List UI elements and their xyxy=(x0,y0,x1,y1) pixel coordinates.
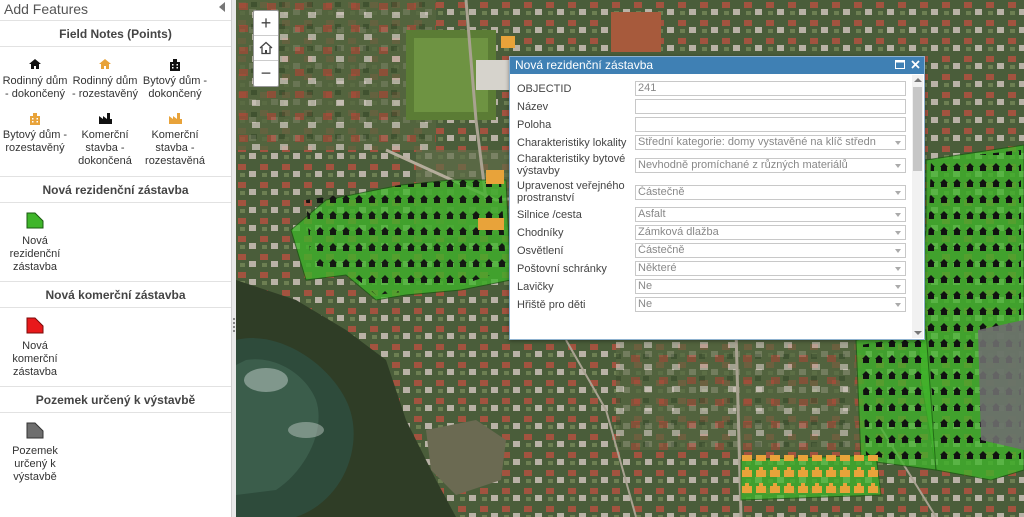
template-label: Nová rezidenční zástavba xyxy=(9,235,61,273)
panel-title: Add Features xyxy=(4,1,89,17)
template-komercni-stavba-dokoncena[interactable]: Komerční stavba - dokončená xyxy=(70,105,140,172)
section-title-field-notes: Field Notes (Points) xyxy=(0,20,231,47)
form-row-poloha: Poloha xyxy=(517,117,906,132)
feature-popup: Nová rezidenční zástavba OBJECTID 241 Ná… xyxy=(509,56,925,340)
scroll-up-icon[interactable] xyxy=(914,78,922,82)
charakteristiky-lokality-select[interactable]: Střední kategorie: domy vystavěné na klí… xyxy=(635,135,906,150)
attribute-form: OBJECTID 241 Název Poloha Charakteristik… xyxy=(510,74,911,339)
popup-scrollbar[interactable] xyxy=(912,75,923,338)
form-row-hriste-pro-deti: Hřiště pro děti Ne xyxy=(517,297,906,312)
field-label: Lavičky xyxy=(517,280,554,293)
zoom-out-button[interactable]: − xyxy=(254,61,278,86)
silnice-cesta-select[interactable]: Asfalt xyxy=(635,207,906,222)
field-label: Poštovní schránky xyxy=(517,262,607,275)
template-komercni-stavba-rozestavena[interactable]: Komerční stavba - rozestavěná xyxy=(140,105,210,172)
lavicky-select[interactable]: Ne xyxy=(635,279,906,294)
template-grid-field-notes: Rodinný dům - dokončený Rodinný dům - ro… xyxy=(0,47,231,176)
field-label: Charakteristiky bytové výstavby xyxy=(517,153,626,177)
form-row-nazev: Název xyxy=(517,99,906,114)
section-title-pozemek-urceny-k-vystavbe: Pozemek určený k výstavbě xyxy=(0,386,231,413)
splitter-grip-icon[interactable] xyxy=(233,318,235,332)
poloha-field[interactable] xyxy=(635,117,906,132)
section-title-nova-komercni-zastavba: Nová komerční zástavba xyxy=(0,281,231,308)
collapse-panel-icon[interactable] xyxy=(219,2,225,12)
template-label: Pozemek určený k výstavbě xyxy=(12,445,58,483)
template-label: Nová komerční zástavba xyxy=(12,340,58,378)
form-row-objectid: OBJECTID 241 xyxy=(517,81,906,96)
template-nova-komercni-zastavba[interactable]: Nová komerční zástavba xyxy=(0,308,70,386)
add-features-panel: Add Features Field Notes (Points) Rodinn… xyxy=(0,0,232,517)
template-rodinny-dum-rozestaveny[interactable]: Rodinný dům - rozestavěný xyxy=(70,51,140,105)
polygon-icon xyxy=(0,208,70,232)
home-button[interactable] xyxy=(254,36,278,61)
template-rodinny-dum-dokonceny[interactable]: Rodinný dům - dokončený xyxy=(0,51,70,105)
template-label: Komerční stavba - rozestavěná xyxy=(145,129,205,167)
template-pozemek-urceny-k-vystavbe[interactable]: Pozemek určený k výstavbě xyxy=(0,413,70,491)
form-row-chodniky: Chodníky Zámková dlažba xyxy=(517,225,906,240)
maximize-icon[interactable] xyxy=(894,58,905,70)
template-label: Komerční stavba - dokončená xyxy=(78,129,132,167)
nazev-field[interactable] xyxy=(635,99,906,114)
apartment-building-icon xyxy=(0,109,70,127)
factory-icon xyxy=(140,109,210,127)
field-label: Silnice /cesta xyxy=(517,208,582,221)
charakteristiky-bytove-vystavby-select[interactable]: Nevhodně promíchané z různých materiálů xyxy=(635,157,906,173)
field-label: OBJECTID xyxy=(517,82,572,95)
template-label: Bytový dům - dokončený xyxy=(142,75,208,100)
field-label: Název xyxy=(517,100,549,113)
scroll-down-icon[interactable] xyxy=(914,331,922,335)
objectid-field[interactable]: 241 xyxy=(635,81,906,96)
house-icon xyxy=(70,55,140,73)
form-row-osvetleni: Osvětlení Částečně xyxy=(517,243,906,258)
house-icon xyxy=(0,55,70,73)
scroll-thumb[interactable] xyxy=(913,87,922,171)
form-row-charakteristiky-bytove-vystavby: Charakteristiky bytové výstavby Nevhodně… xyxy=(517,153,906,177)
template-nova-rezidencni-zastavba[interactable]: Nová rezidenční zástavba xyxy=(0,203,70,281)
template-label: Rodinný dům - rozestavěný xyxy=(71,75,139,100)
template-bytovy-dum-rozestaveny[interactable]: Bytový dům - rozestavěný xyxy=(0,105,70,172)
section-title-nova-rezidencni-zastavba: Nová rezidenční zástavba xyxy=(0,176,231,203)
upravenost-verejneho-prostranstvi-select[interactable]: Částečně xyxy=(635,184,906,200)
popup-title: Nová rezidenční zástavba xyxy=(515,58,654,72)
factory-icon xyxy=(70,109,140,127)
panel-header: Add Features xyxy=(0,0,231,20)
popup-header: Nová rezidenční zástavba xyxy=(510,57,924,74)
postovni-schranky-select[interactable]: Některé xyxy=(635,261,906,276)
zoom-controls: + − xyxy=(253,10,279,87)
field-label: Upravenost veřejného prostranství xyxy=(517,180,625,204)
template-label: Bytový dům - rozestavěný xyxy=(2,129,68,154)
form-row-upravenost-verejneho-prostranstvi: Upravenost veřejného prostranství Částeč… xyxy=(517,180,906,204)
polygon-icon xyxy=(0,313,70,337)
form-row-silnice-cesta: Silnice /cesta Asfalt xyxy=(517,207,906,222)
form-row-lavicky: Lavičky Ne xyxy=(517,279,906,294)
field-label: Osvětlení xyxy=(517,244,564,257)
field-label: Chodníky xyxy=(517,226,564,239)
home-icon xyxy=(259,41,273,55)
osvetleni-select[interactable]: Částečně xyxy=(635,243,906,258)
field-label: Hřiště pro děti xyxy=(517,298,586,311)
polygon-icon xyxy=(0,418,70,442)
field-label: Charakteristiky lokality xyxy=(517,136,627,149)
hriste-pro-deti-select[interactable]: Ne xyxy=(635,297,906,312)
form-row-charakteristiky-lokality: Charakteristiky lokality Střední kategor… xyxy=(517,135,906,150)
form-row-postovni-schranky: Poštovní schránky Některé xyxy=(517,261,906,276)
apartment-building-icon xyxy=(140,55,210,73)
template-bytovy-dum-dokonceny[interactable]: Bytový dům - dokončený xyxy=(140,51,210,105)
close-icon[interactable] xyxy=(910,58,921,70)
chodniky-select[interactable]: Zámková dlažba xyxy=(635,225,906,240)
field-label: Poloha xyxy=(517,118,552,131)
zoom-in-button[interactable]: + xyxy=(254,11,278,36)
template-label: Rodinný dům - dokončený xyxy=(2,75,68,100)
